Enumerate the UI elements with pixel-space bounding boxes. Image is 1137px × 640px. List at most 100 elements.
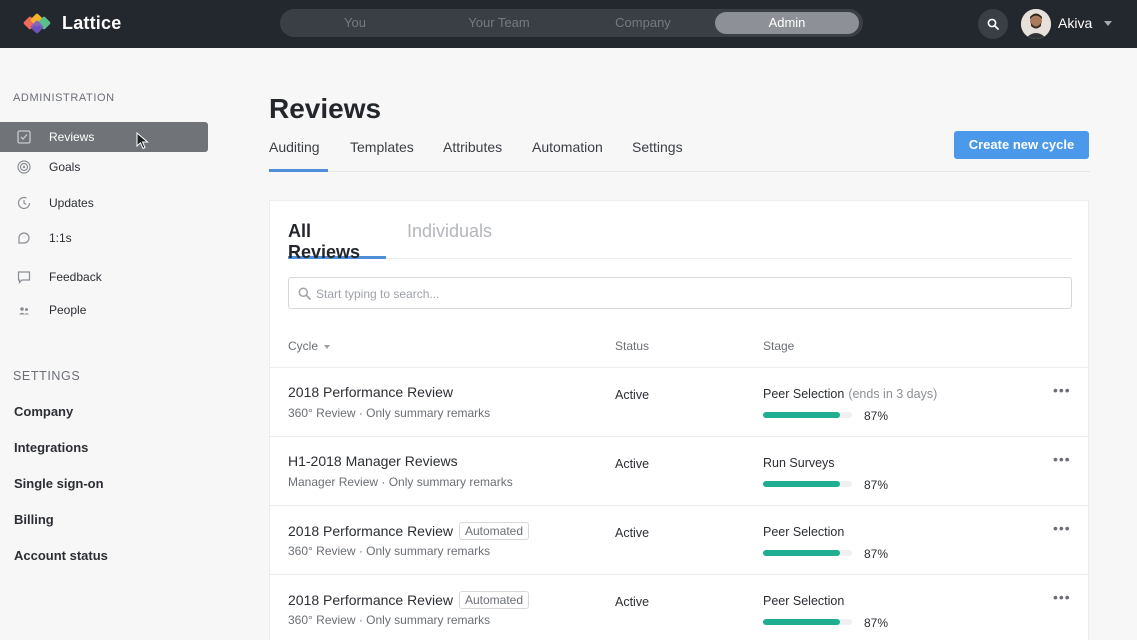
cycle-title: 2018 Performance Review [288,384,453,400]
stage-name: Run Surveys [763,456,835,470]
reviews-card: All Reviews Individuals Cycle Status Sta… [269,200,1089,640]
sidebar-item-1-1s[interactable]: 1:1s [0,223,208,253]
table-row[interactable]: H1-2018 Manager Reviews Manager Review ·… [270,436,1088,505]
top-bar: Lattice You Your Team Company Admin Akiv… [0,0,1137,48]
progress-percent: 87% [864,616,889,630]
sidebar-item-people[interactable]: People [0,295,208,325]
subtab-individuals[interactable]: Individuals [407,221,492,259]
cycle-status: Active [615,595,650,609]
table-row[interactable]: 2018 Performance Review Automated 360° Re… [270,505,1088,574]
progress-percent: 87% [864,409,889,423]
settings-item-company[interactable]: Company [14,404,73,419]
tab-auditing[interactable]: Auditing [269,139,328,172]
sidebar-item-label: Reviews [49,130,95,144]
cycle-subtitle: 360° Review · Only summary remarks [288,406,491,420]
cycle-status: Active [615,388,650,402]
settings-item-integrations[interactable]: Integrations [14,440,88,455]
people-icon [19,307,29,315]
mouse-cursor-icon [136,132,149,150]
subtab-all-reviews[interactable]: All Reviews [288,221,386,262]
table-row[interactable]: 2018 Performance Review 360° Review · On… [270,367,1088,436]
stage-name: Peer Selection [763,387,845,401]
sidebar-item-goals[interactable]: Goals [0,152,208,182]
nav-tab-company[interactable]: Company [571,12,715,34]
sidebar-item-label: Updates [49,196,94,210]
cycle-stage: Peer Selection [763,525,844,539]
user-name[interactable]: Akiva [1058,15,1092,31]
tab-automation[interactable]: Automation [532,139,603,172]
cycle-name: 2018 Performance Review [288,523,453,539]
progress-bar [763,550,852,556]
tab-templates[interactable]: Templates [350,139,414,172]
clock-icon [17,196,31,210]
settings-item-account-status[interactable]: Account status [14,548,108,563]
progress-bar [763,481,852,487]
progress-bar-fill [763,550,841,556]
table-row[interactable]: 2018 Performance Review Automated 360° Re… [270,574,1088,640]
stage-note: (ends in 3 days) [848,387,938,401]
more-options-icon[interactable]: ••• [1053,382,1071,398]
sidebar-item-label: 1:1s [49,231,72,245]
chevron-down-icon[interactable] [1104,21,1112,26]
administration-heading: ADMINISTRATION [13,92,115,104]
chat-bubble-icon [18,232,30,244]
cycle-status: Active [615,526,650,540]
nav-tab-your-team[interactable]: Your Team [427,12,571,34]
stage-name: Peer Selection [763,594,845,608]
cycle-title: 2018 Performance Review Automated [288,522,530,540]
settings-item-billing[interactable]: Billing [14,512,54,527]
column-header-status: Status [615,339,650,353]
cycle-title: H1-2018 Manager Reviews [288,453,458,469]
review-search-box [288,277,1072,309]
cycle-name: 2018 Performance Review [288,592,453,608]
progress-percent: 87% [864,478,889,492]
create-new-cycle-button[interactable]: Create new cycle [954,131,1089,159]
nav-tab-you[interactable]: You [283,12,427,34]
progress-bar-fill [763,619,841,625]
search-icon [298,287,311,300]
more-options-icon[interactable]: ••• [1053,451,1071,467]
more-options-icon[interactable]: ••• [1053,589,1071,605]
main-nav: You Your Team Company Admin [280,9,863,37]
checklist-icon [17,130,31,144]
sidebar-item-reviews[interactable]: Reviews [0,122,208,152]
page-title: Reviews [269,93,382,124]
cycle-status: Active [615,457,650,471]
tab-settings[interactable]: Settings [632,139,683,172]
sidebar-item-label: Goals [49,160,81,174]
cycle-title: 2018 Performance Review Automated [288,591,530,609]
tab-attributes[interactable]: Attributes [443,139,502,172]
automated-badge: Automated [458,591,530,609]
progress-bar-fill [763,481,841,487]
avatar[interactable] [1021,9,1051,39]
stage-name: Peer Selection [763,525,845,539]
nav-tab-admin[interactable]: Admin [715,12,859,34]
cycle-name: 2018 Performance Review [288,384,453,400]
cycle-stage: Run Surveys [763,456,835,470]
progress-bar-fill [763,412,841,418]
sort-down-icon [324,344,331,349]
search-icon [987,18,999,30]
column-header-cycle[interactable]: Cycle [288,339,331,353]
sidebar-item-feedback[interactable]: Feedback [0,262,208,292]
cycle-stage: Peer Selection [763,594,844,608]
global-search-button[interactable] [978,9,1008,39]
review-search-input[interactable] [316,284,1056,304]
column-header-label: Cycle [288,339,319,353]
cycle-subtitle: Manager Review · Only summary remarks [288,475,513,489]
more-options-icon[interactable]: ••• [1053,520,1071,536]
target-icon [17,160,31,174]
review-subtabs: All Reviews Individuals [288,221,1072,262]
sidebar-item-label: Feedback [49,270,102,284]
app-name: Lattice [62,12,122,33]
settings-heading: SETTINGS [13,369,81,383]
sidebar-item-updates[interactable]: Updates [0,188,208,218]
avatar-image [1021,9,1051,39]
lattice-logo[interactable]: Lattice [22,12,122,35]
settings-item-single-sign-on[interactable]: Single sign-on [14,476,104,491]
message-icon [17,271,31,284]
cycle-subtitle: 360° Review · Only summary remarks [288,544,491,558]
progress-percent: 87% [864,547,889,561]
automated-badge: Automated [458,522,530,540]
cycle-name: H1-2018 Manager Reviews [288,453,458,469]
